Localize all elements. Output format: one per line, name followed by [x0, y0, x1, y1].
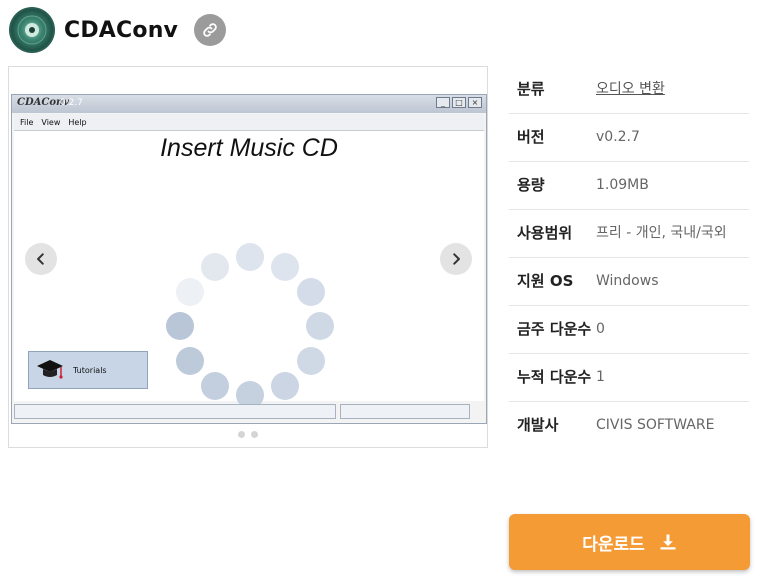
- status-segment-side: [340, 404, 470, 419]
- info-key: 용량: [517, 176, 545, 194]
- info-key: 누적 다운수: [517, 368, 592, 386]
- status-segment-main: [14, 404, 336, 419]
- cd-disc-icon: [9, 7, 55, 53]
- menu-file: File: [20, 117, 34, 127]
- minimize-icon: _: [436, 97, 450, 108]
- gallery-prev-button[interactable]: [25, 243, 57, 275]
- download-button[interactable]: 다운로드: [509, 514, 750, 570]
- menu-view: View: [41, 117, 61, 127]
- gallery-pagination: [9, 431, 487, 438]
- info-value: 프리 - 개인, 국내/국외: [596, 225, 727, 241]
- gallery-dot[interactable]: [238, 431, 245, 438]
- tutorials-button: Tutorials: [28, 351, 148, 389]
- chevron-right-icon: [453, 253, 460, 265]
- info-value: 0: [596, 321, 605, 337]
- link-icon: [203, 23, 217, 37]
- info-key: 버전: [517, 128, 545, 146]
- download-label: 다운로드: [582, 534, 645, 555]
- info-key: 분류: [517, 80, 545, 98]
- info-row-license: 사용범위 프리 - 개인, 국내/국외: [509, 210, 749, 258]
- app-title: CDAConv: [64, 17, 179, 43]
- info-key: 개발사: [517, 416, 559, 434]
- category-link[interactable]: 오디오 변환: [596, 78, 749, 101]
- maximize-icon: □: [452, 97, 466, 108]
- info-key: 금주 다운수: [517, 320, 592, 338]
- chevron-left-icon: [37, 253, 44, 265]
- window-content: Insert Music CD Tutorials: [14, 131, 484, 409]
- info-value: Windows: [596, 273, 659, 289]
- window-statusbar: [14, 404, 484, 421]
- graduation-cap-icon: [37, 360, 63, 379]
- app-info-table: 분류 오디오 변환 버전 v0.2.7 용량 1.09MB 사용범위 프리 - …: [509, 66, 749, 449]
- copy-link-button[interactable]: [194, 14, 227, 46]
- app-screenshot: CDAConv 0.2.7 _ □ × File View Help Inser…: [11, 94, 487, 424]
- close-icon: ×: [468, 97, 482, 108]
- window-version: 0.2.7: [60, 98, 83, 108]
- info-key: 사용범위: [517, 224, 573, 242]
- menu-help: Help: [68, 117, 87, 127]
- info-value: 1: [596, 369, 605, 385]
- app-header: CDAConv: [8, 6, 227, 54]
- info-value: CIVIS SOFTWARE: [596, 417, 715, 433]
- info-row-category: 분류 오디오 변환: [509, 66, 749, 114]
- gallery-next-button[interactable]: [440, 243, 472, 275]
- info-row-size: 용량 1.09MB: [509, 162, 749, 210]
- screenshot-gallery: CDAConv 0.2.7 _ □ × File View Help Inser…: [8, 66, 488, 448]
- info-row-developer: 개발사 CIVIS SOFTWARE: [509, 402, 749, 449]
- window-menubar: File View Help: [14, 114, 484, 131]
- download-icon: [659, 533, 677, 551]
- tutorials-label: Tutorials: [73, 365, 107, 375]
- info-value: v0.2.7: [596, 129, 640, 145]
- info-row-version: 버전 v0.2.7: [509, 114, 749, 162]
- window-titlebar: CDAConv 0.2.7 _ □ ×: [12, 95, 486, 113]
- info-row-os: 지원 OS Windows: [509, 258, 749, 306]
- info-key: 지원 OS: [517, 272, 574, 290]
- info-value: 1.09MB: [596, 177, 649, 193]
- info-row-total-downloads: 누적 다운수 1: [509, 354, 749, 402]
- info-row-weekly-downloads: 금주 다운수 0: [509, 306, 749, 354]
- window-controls: _ □ ×: [436, 97, 482, 108]
- gallery-dot[interactable]: [251, 431, 258, 438]
